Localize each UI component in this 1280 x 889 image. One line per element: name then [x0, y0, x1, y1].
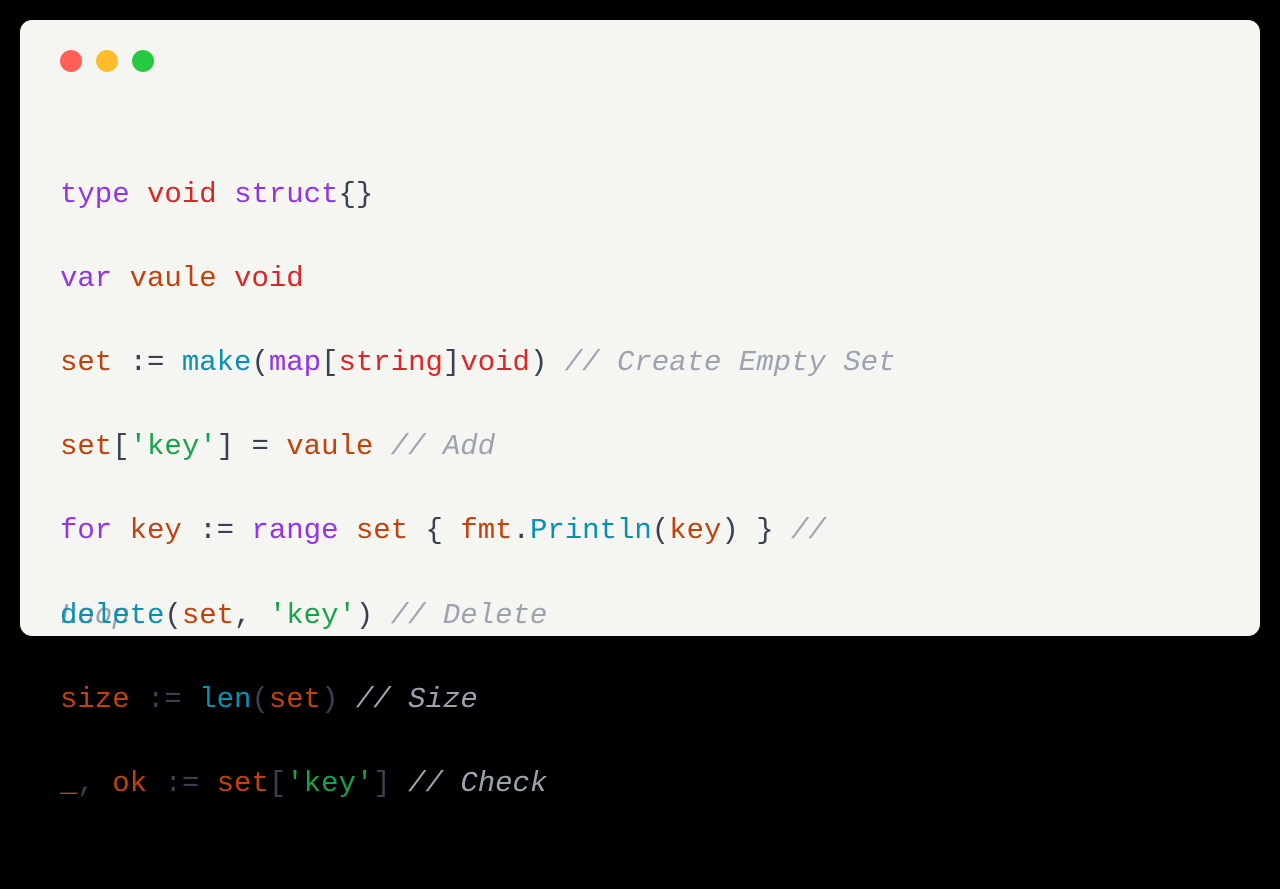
- type-void: void: [460, 346, 530, 379]
- paren-close: ): [321, 683, 338, 716]
- op-eq: =: [251, 430, 268, 463]
- code-line-3: set := make(map[string]void) // Create E…: [60, 342, 1220, 384]
- code-line-1: type void struct{}: [60, 174, 1220, 216]
- keyword-map: map: [269, 346, 321, 379]
- fn-make: make: [182, 346, 252, 379]
- code-line-7: size := len(set) // Size: [60, 679, 1220, 721]
- comment: // Check: [408, 767, 547, 800]
- var-name: vaule: [130, 262, 217, 295]
- op-assign: :=: [199, 514, 234, 547]
- comma: ,: [234, 599, 251, 632]
- comment: //: [791, 514, 826, 547]
- string-key: 'key': [286, 767, 373, 800]
- comma: ,: [77, 767, 94, 800]
- paren-close: ): [721, 514, 738, 547]
- var-vaule: vaule: [286, 430, 373, 463]
- close-icon[interactable]: [60, 50, 82, 72]
- code-line-4: set['key'] = vaule // Add: [60, 426, 1220, 468]
- bracket-open: [: [321, 346, 338, 379]
- pkg-fmt: fmt: [460, 514, 512, 547]
- bracket-close: ]: [443, 346, 460, 379]
- type-name: void: [147, 178, 217, 211]
- type-ref: void: [234, 262, 304, 295]
- dot: .: [513, 514, 530, 547]
- code-window: type void struct{} var vaule void set :=…: [20, 20, 1260, 636]
- code-line-5: for key := range set { fmt.Println(key) …: [60, 510, 1220, 552]
- bracket-open: [: [269, 767, 286, 800]
- comment: // Size: [356, 683, 478, 716]
- keyword-for: for: [60, 514, 112, 547]
- code-block: type void struct{} var vaule void set :=…: [60, 132, 1220, 889]
- paren-open: (: [652, 514, 669, 547]
- braces: {}: [338, 178, 373, 211]
- blank-ident: _: [60, 767, 77, 800]
- type-string: string: [339, 346, 443, 379]
- comment: // Delete: [391, 599, 548, 632]
- paren-close: ): [356, 599, 373, 632]
- paren-open: (: [251, 346, 268, 379]
- keyword-struct: struct: [234, 178, 338, 211]
- fn-println: Println: [530, 514, 652, 547]
- var-set: set: [60, 430, 112, 463]
- var-set: set: [217, 767, 269, 800]
- overlap-front: delete(set, 'key') // Delete: [60, 595, 547, 637]
- arg-set: set: [269, 683, 321, 716]
- paren-close: ): [530, 346, 547, 379]
- var-set: set: [60, 346, 112, 379]
- string-key: 'key': [269, 599, 356, 632]
- op-assign: :=: [164, 767, 199, 800]
- paren-open: (: [164, 599, 181, 632]
- code-line-8: _, ok := set['key'] // Check: [60, 763, 1220, 805]
- keyword-type: type: [60, 178, 130, 211]
- fn-len: len: [199, 683, 251, 716]
- var-key: key: [130, 514, 182, 547]
- maximize-icon[interactable]: [132, 50, 154, 72]
- comment: // Add: [391, 430, 495, 463]
- code-line-6: Loopdelete(set, 'key') // Delete: [60, 595, 1220, 637]
- keyword-range: range: [251, 514, 338, 547]
- var-size: size: [60, 683, 130, 716]
- comment: // Create Empty Set: [565, 346, 896, 379]
- paren-open: (: [251, 683, 268, 716]
- titlebar: [60, 50, 1220, 72]
- op-assign: :=: [130, 346, 165, 379]
- arg-set: set: [182, 599, 234, 632]
- op-assign: :=: [147, 683, 182, 716]
- brace-close: }: [756, 514, 773, 547]
- string-key: 'key': [130, 430, 217, 463]
- var-ok: ok: [112, 767, 147, 800]
- bracket-close: ]: [373, 767, 390, 800]
- keyword-var: var: [60, 262, 112, 295]
- bracket-open: [: [112, 430, 129, 463]
- fn-delete: delete: [60, 599, 164, 632]
- brace-open: {: [426, 514, 443, 547]
- minimize-icon[interactable]: [96, 50, 118, 72]
- arg-key: key: [669, 514, 721, 547]
- var-set: set: [356, 514, 408, 547]
- bracket-close: ]: [217, 430, 234, 463]
- code-line-2: var vaule void: [60, 258, 1220, 300]
